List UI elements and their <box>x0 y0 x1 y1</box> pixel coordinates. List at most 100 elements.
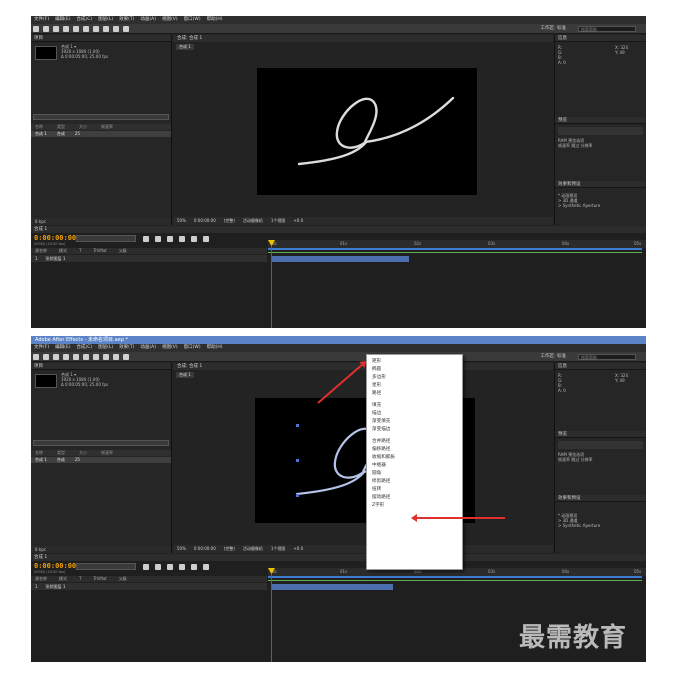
menu-layer[interactable]: 图层(L) <box>98 16 113 24</box>
pen-tool-icon[interactable] <box>103 26 109 32</box>
text-tool-icon[interactable] <box>113 354 119 360</box>
menu-layer[interactable]: 图层(L) <box>98 344 113 352</box>
help-search-input[interactable]: 搜索帮助 <box>578 26 636 32</box>
menu-item-ellipse[interactable]: 椭圆 <box>372 367 381 373</box>
layer-duration-bar[interactable] <box>271 256 409 262</box>
text-tool-icon[interactable] <box>113 26 119 32</box>
shy-layers-icon[interactable] <box>167 236 173 242</box>
pen-tool-icon[interactable] <box>103 354 109 360</box>
help-search-input[interactable]: 搜索帮助 <box>578 354 636 360</box>
frame-blending-icon[interactable] <box>179 236 185 242</box>
project-tab[interactable]: 项目 <box>31 363 171 370</box>
graph-editor-icon[interactable] <box>203 564 209 570</box>
project-item[interactable]: 合成 1 合成 25 <box>31 457 171 463</box>
time-ruler[interactable]: 0s 01s 02s 03s 04s 05s <box>268 240 646 248</box>
menu-view[interactable]: 视图(V) <box>162 344 178 352</box>
view-layout[interactable]: 1个视图 <box>271 545 286 553</box>
col-type[interactable]: 类型 <box>57 124 65 130</box>
bbox-handle-tl[interactable] <box>296 424 299 427</box>
menu-item-trim-paths[interactable]: 修剪路径 <box>372 479 390 485</box>
col-name[interactable]: 名称 <box>35 124 43 130</box>
menu-item-polygon[interactable]: 多边形 <box>372 375 386 381</box>
menu-item-twist[interactable]: 扭转 <box>372 487 381 493</box>
menu-file[interactable]: 文件(F) <box>34 16 49 24</box>
menu-effect[interactable]: 效果(T) <box>119 344 134 352</box>
menu-item-pucker-bloat[interactable]: 收缩和膨胀 <box>372 455 395 461</box>
col-type[interactable]: 类型 <box>57 450 65 456</box>
current-time[interactable]: 0:00:00:00 <box>194 217 216 225</box>
col-name[interactable]: 名称 <box>35 450 43 456</box>
col-size[interactable]: 大小 <box>79 124 87 130</box>
layer-name[interactable]: 形状图层 1 <box>46 583 66 590</box>
rotate-tool-icon[interactable] <box>63 354 69 360</box>
menu-window[interactable]: 窗口(W) <box>184 16 201 24</box>
shape-tool-icon[interactable] <box>93 26 99 32</box>
magnification[interactable]: 50% <box>177 217 186 225</box>
menu-view[interactable]: 视图(V) <box>162 16 178 24</box>
menu-item-repeater[interactable]: 中继器 <box>372 463 386 469</box>
camera-tool-icon[interactable] <box>73 354 79 360</box>
magnification[interactable]: 50% <box>177 545 186 553</box>
project-search-input[interactable] <box>33 114 169 120</box>
menu-item-fill[interactable]: 填充 <box>372 403 381 409</box>
brush-tool-icon[interactable] <box>123 26 129 32</box>
preview-controls[interactable] <box>558 127 643 135</box>
resolution[interactable]: (完整) <box>224 217 235 225</box>
hand-tool-icon[interactable] <box>43 354 49 360</box>
exposure[interactable]: +0.0 <box>293 217 303 225</box>
layer-name[interactable]: 形状图层 1 <box>46 255 66 262</box>
menu-item-star[interactable]: 星形 <box>372 383 381 389</box>
zoom-tool-icon[interactable] <box>53 354 59 360</box>
selection-tool-icon[interactable] <box>33 354 39 360</box>
comp-flowchart-icon[interactable] <box>143 236 149 242</box>
menu-help[interactable]: 帮助(H) <box>207 344 223 352</box>
current-time[interactable]: 0:00:00:00 <box>194 545 216 553</box>
comp-flowchart-icon[interactable] <box>143 564 149 570</box>
effects-tab[interactable]: 效果和预设 <box>555 181 646 188</box>
project-tab[interactable]: 项目 <box>31 35 171 42</box>
menu-animation[interactable]: 动画(A) <box>140 16 156 24</box>
menu-item-path[interactable]: 路径 <box>372 391 381 397</box>
view-layout[interactable]: 1个视图 <box>271 217 286 225</box>
timeline-tab[interactable]: 合成 1 <box>31 226 646 233</box>
work-area-bar[interactable] <box>268 248 642 250</box>
camera-tool-icon[interactable] <box>73 26 79 32</box>
motion-blur-icon[interactable] <box>191 564 197 570</box>
camera-view[interactable]: 活动摄像机 <box>243 545 263 553</box>
comp-canvas[interactable] <box>257 68 477 195</box>
work-area-bar[interactable] <box>268 576 642 578</box>
menu-item-rectangle[interactable]: 矩形 <box>372 359 381 365</box>
menu-item-round-corners[interactable]: 圆角 <box>372 471 381 477</box>
bbox-handle-ml[interactable] <box>296 459 299 462</box>
menu-item-wiggle-paths[interactable]: 摆动路径 <box>372 495 390 501</box>
menu-effect[interactable]: 效果(T) <box>119 16 134 24</box>
workspace-selector[interactable]: 工作区: 标准 <box>541 353 566 361</box>
info-tab[interactable]: 信息 <box>555 363 646 370</box>
timecode[interactable]: 0:00:00:00 <box>34 234 76 242</box>
menu-composition[interactable]: 合成(C) <box>76 344 92 352</box>
menu-edit[interactable]: 编辑(E) <box>55 344 70 352</box>
preview-tab[interactable]: 预览 <box>555 117 646 124</box>
timeline-search-input[interactable] <box>76 563 136 570</box>
brush-tool-icon[interactable] <box>123 354 129 360</box>
bbox-handle-bl[interactable] <box>296 494 299 497</box>
preview-controls[interactable] <box>558 441 643 449</box>
draft-3d-icon[interactable] <box>155 236 161 242</box>
comp-tab[interactable]: 合成: 合成 1 <box>173 35 553 42</box>
menu-item-offset-paths[interactable]: 偏移路径 <box>372 447 390 453</box>
layer-row[interactable]: 1 形状图层 1 <box>31 255 267 262</box>
effects-synthetic-aperture[interactable]: > Synthetic Aperture <box>558 523 600 528</box>
effects-tab[interactable]: 效果和预设 <box>555 495 646 502</box>
menu-composition[interactable]: 合成(C) <box>76 16 92 24</box>
pan-behind-tool-icon[interactable] <box>83 26 89 32</box>
shape-tool-icon[interactable] <box>93 354 99 360</box>
hand-tool-icon[interactable] <box>43 26 49 32</box>
menu-item-gradient-stroke[interactable]: 渐变描边 <box>372 427 390 433</box>
selection-tool-icon[interactable] <box>33 26 39 32</box>
menu-item-gradient-fill[interactable]: 渐变填充 <box>372 419 390 425</box>
exposure[interactable]: +0.0 <box>293 545 303 553</box>
preview-tab[interactable]: 预览 <box>555 431 646 438</box>
menu-item-zig-zag[interactable]: Z字形 <box>372 503 384 509</box>
timecode[interactable]: 0:00:00:00 <box>34 562 76 570</box>
menu-item-merge-paths[interactable]: 合并路径 <box>372 439 390 445</box>
